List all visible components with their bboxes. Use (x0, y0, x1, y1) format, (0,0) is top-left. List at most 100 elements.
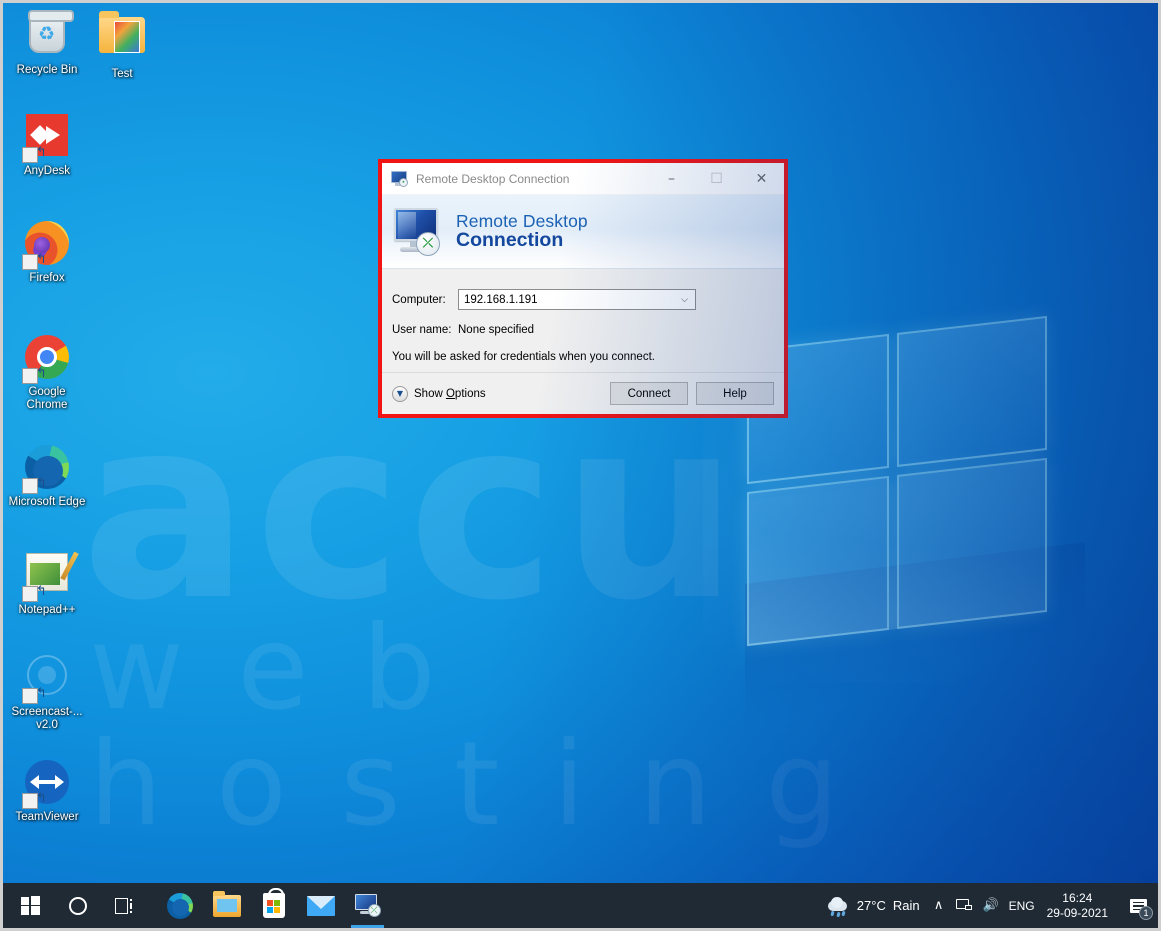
edge-icon (22, 445, 71, 494)
dialog-title-bar[interactable]: ⋆ Remote Desktop Connection – ☐ ✕ (382, 163, 784, 195)
mail-icon (306, 895, 335, 916)
teamviewer-icon (22, 760, 71, 809)
cortana-search-button[interactable] (54, 883, 101, 928)
desktop-wallpaper[interactable]: accu web hosting Recycle Bin Test AnyDes… (3, 3, 1158, 883)
desktop-icon-firefox[interactable]: Firefox (7, 219, 87, 285)
desktop-icon-microsoft-edge[interactable]: Microsoft Edge (7, 443, 87, 509)
watermark-tagline: web hosting (89, 601, 893, 852)
dialog-banner: ⤫ Remote Desktop Connection (382, 195, 784, 269)
windows-logo-icon (21, 896, 40, 915)
hero-shadow (745, 542, 1085, 734)
remote-desktop-connection-icon: ⋆ (391, 170, 409, 187)
help-button[interactable]: Help (696, 382, 774, 405)
username-row: User name: None specified (392, 324, 534, 336)
desktop-icon-google-chrome[interactable]: Google Chrome (7, 333, 87, 412)
taskbar-remote-desktop-connection[interactable]: ⤫ (344, 883, 391, 928)
credentials-note: You will be asked for credentials when y… (392, 351, 655, 363)
desktop-icon-anydesk[interactable]: AnyDesk (7, 111, 87, 178)
anydesk-icon (22, 114, 71, 163)
desktop-icon-label: Notepad++ (18, 604, 76, 616)
shortcut-arrow-icon (22, 368, 38, 384)
network-button[interactable] (952, 883, 978, 928)
clock-date: 29-09-2021 (1046, 905, 1108, 920)
desktop-icon-label: Recycle Bin (16, 64, 78, 76)
speaker-icon: 🔊 (982, 898, 999, 913)
remote-desktop-connection-icon: ⤫ (354, 893, 382, 918)
username-label: User name: (392, 324, 452, 336)
desktop-icon-test-folder[interactable]: Test (82, 9, 162, 81)
cortana-circle-icon (68, 896, 87, 915)
dialog-body: Computer: ⌵ User name: None specified Yo… (382, 269, 784, 372)
banner-title-line2: Connection (456, 229, 564, 251)
desktop-icon-label: TeamViewer (15, 811, 79, 823)
desktop-icon-recycle-bin[interactable]: Recycle Bin (7, 9, 87, 77)
computer-label: Computer: (392, 293, 446, 306)
weather-temperature: 27°C (856, 898, 886, 913)
taskbar-file-explorer[interactable] (203, 883, 250, 928)
computer-input[interactable] (459, 290, 695, 309)
minimize-button[interactable]: – (649, 163, 694, 195)
shortcut-arrow-icon (22, 688, 38, 704)
shortcut-arrow-icon (22, 147, 38, 163)
task-view-icon (114, 897, 135, 914)
taskbar-microsoft-edge[interactable] (156, 883, 203, 928)
desktop-icon-label: AnyDesk (23, 165, 71, 177)
desktop-icon-label: Microsoft Edge (8, 496, 86, 508)
start-button[interactable] (7, 883, 54, 928)
rain-cloud-icon (826, 896, 850, 917)
maximize-button: ☐ (710, 170, 723, 187)
firefox-icon (22, 221, 71, 270)
network-icon (956, 898, 973, 913)
banner-title-line1: Remote Desktop (456, 210, 588, 231)
computer-field-row: Computer: ⌵ (392, 289, 696, 310)
shortcut-arrow-icon (22, 586, 38, 602)
notepad-plus-plus-icon (22, 553, 71, 602)
clock-button[interactable]: 16:24 29-09-2021 (1043, 891, 1118, 921)
computer-combobox[interactable]: ⌵ (458, 289, 696, 310)
watermark-brand: accu (81, 364, 745, 655)
credentials-note-row: You will be asked for credentials when y… (392, 351, 655, 363)
taskbar-microsoft-store[interactable] (250, 883, 297, 928)
desktop-icon-label: Firefox (29, 272, 65, 284)
notification-count-badge: 1 (1139, 906, 1153, 920)
remote-desktop-logo-icon: ⤫ (392, 206, 448, 258)
show-options-label: Show Options (414, 388, 486, 400)
weather-condition: Rain (892, 898, 920, 913)
shortcut-arrow-icon (22, 793, 38, 809)
desktop-icon-label: Google Chrome (26, 386, 68, 411)
action-center-button[interactable]: 1 (1118, 883, 1158, 928)
windows-logo-hero (747, 315, 1047, 647)
remote-desktop-connection-window[interactable]: ⋆ Remote Desktop Connection – ☐ ✕ ⤫ Remo… (378, 159, 788, 418)
desktop-icon-screencast-v2[interactable]: Screencast-... v2.0 (7, 651, 87, 732)
close-button[interactable]: ✕ (739, 163, 784, 195)
shortcut-arrow-icon (22, 254, 38, 270)
windows-desktop-screen: accu web hosting Recycle Bin Test AnyDes… (0, 0, 1161, 931)
username-value: None specified (458, 324, 535, 336)
desktop-icon-label: Screencast-... v2.0 (11, 706, 83, 731)
shortcut-arrow-icon (22, 478, 38, 494)
chevron-down-icon[interactable]: ⌵ (675, 290, 694, 309)
microsoft-store-icon (262, 888, 285, 918)
desktop-icon-label: Test (111, 68, 133, 80)
chevron-down-circle-icon: ▼ (392, 385, 408, 402)
connect-button[interactable]: Connect (610, 382, 688, 405)
desktop-icon-notepad-plus-plus[interactable]: Notepad++ (7, 548, 87, 617)
system-tray[interactable]: 27°C Rain ∧ 🔊 ENG 16:24 29-09-2021 1 (816, 883, 1158, 928)
show-options-button[interactable]: ▼ Show Options (392, 385, 486, 402)
file-explorer-icon (212, 890, 241, 917)
clock-time: 16:24 (1062, 890, 1093, 905)
dialog-footer: ▼ Show Options Connect Help (382, 372, 784, 414)
show-hidden-icons-button[interactable]: ∧ (926, 883, 952, 928)
volume-button[interactable]: 🔊 (978, 883, 1004, 928)
screencast-icon (22, 655, 71, 704)
recycle-bin-icon (23, 10, 74, 61)
taskbar-mail[interactable] (297, 883, 344, 928)
edge-icon (166, 892, 193, 919)
window-title: Remote Desktop Connection (416, 171, 570, 186)
language-button[interactable]: ENG (1004, 899, 1043, 913)
desktop-icon-teamviewer[interactable]: TeamViewer (7, 758, 87, 824)
folder-icon (98, 11, 146, 65)
chrome-icon (22, 335, 71, 384)
weather-widget[interactable]: 27°C Rain (816, 896, 926, 917)
task-view-button[interactable] (101, 883, 148, 928)
